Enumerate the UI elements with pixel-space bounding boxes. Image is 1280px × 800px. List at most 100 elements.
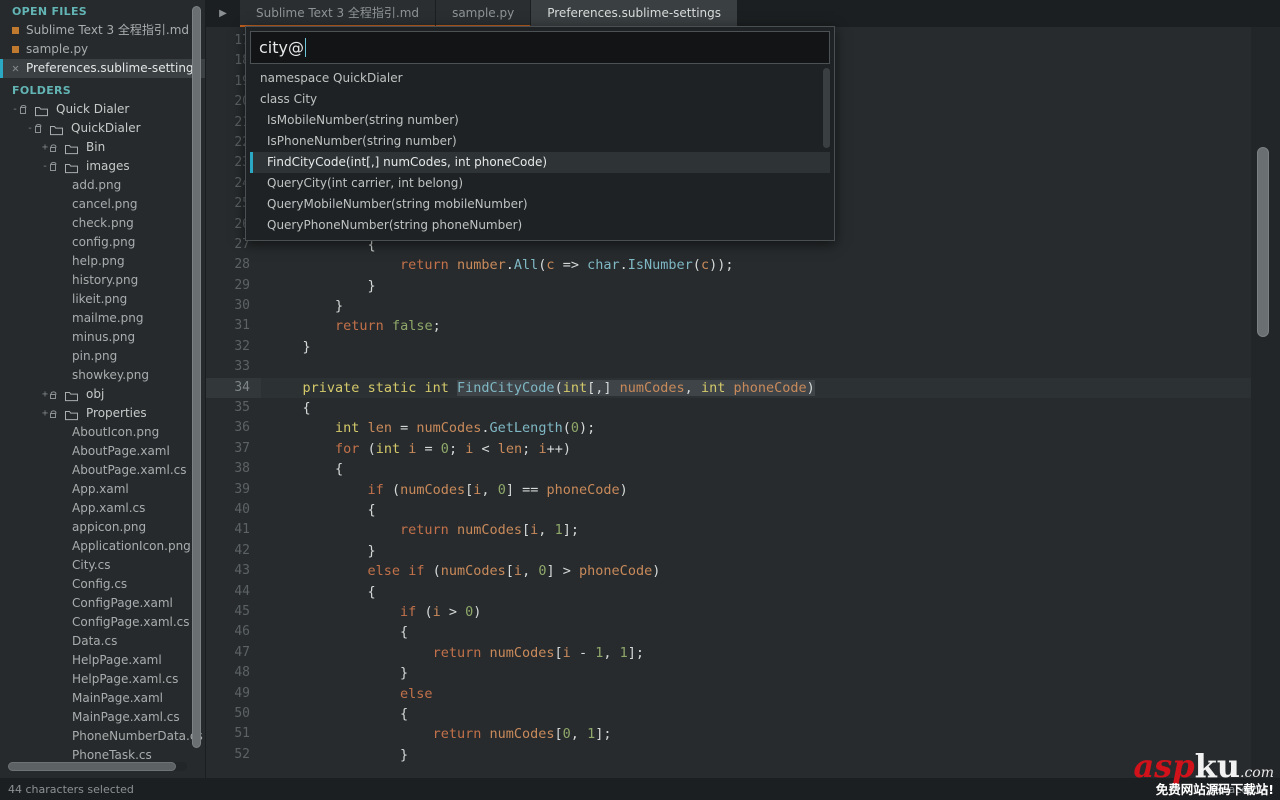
close-icon[interactable] — [12, 65, 19, 72]
open-file-item-active[interactable]: Preferences.sublime-settings — [0, 59, 205, 78]
symbol-result[interactable]: namespace QuickDialer — [250, 68, 830, 89]
tree-file-row[interactable]: appicon.png — [0, 518, 205, 537]
expand-toggle-icon[interactable]: + — [40, 408, 50, 419]
tab-scroll-arrow-icon[interactable]: ▶ — [206, 0, 240, 27]
tree-folder-row[interactable]: - Quick Dialer — [0, 100, 205, 119]
tree-file-row[interactable]: HelpPage.xaml — [0, 651, 205, 670]
line-number: 49 — [234, 685, 250, 701]
tree-file-row[interactable]: AboutPage.xaml — [0, 442, 205, 461]
tree-file-row[interactable]: history.png — [0, 271, 205, 290]
tree-file-row[interactable]: HelpPage.xaml.cs — [0, 670, 205, 689]
tree-file-row[interactable]: pin.png — [0, 347, 205, 366]
tree-file-row[interactable]: AboutIcon.png — [0, 423, 205, 442]
symbol-result[interactable]: QueryMobileNumber(string mobileNumber) — [250, 194, 830, 215]
code-line[interactable]: { — [261, 582, 1280, 602]
tree-file-row[interactable]: MainPage.xaml — [0, 689, 205, 708]
code-line[interactable]: return number.All(c => char.IsNumber(c))… — [261, 255, 1280, 275]
code-line[interactable]: int len = numCodes.GetLength(0); — [261, 418, 1280, 438]
tree-item-label: ApplicationIcon.png — [72, 539, 191, 553]
expand-toggle-icon[interactable]: - — [40, 161, 50, 172]
overlay-scrollbar[interactable] — [823, 68, 830, 148]
sidebar-vertical-scrollbar[interactable] — [192, 6, 201, 748]
scrollbar-thumb[interactable] — [1257, 147, 1269, 337]
code-line[interactable]: if (i > 0) — [261, 602, 1280, 622]
open-file-item[interactable]: sample.py — [0, 40, 205, 59]
tree-file-row[interactable]: PhoneTask.cs — [0, 746, 205, 760]
expand-toggle-icon[interactable]: - — [10, 104, 20, 115]
sidebar-horizontal-scrollbar[interactable] — [0, 760, 205, 778]
tree-file-row[interactable]: MainPage.xaml.cs — [0, 708, 205, 727]
scrollbar-thumb[interactable] — [192, 6, 201, 748]
code-line[interactable]: else if (numCodes[i, 0] > phoneCode) — [261, 561, 1280, 581]
code-line[interactable]: return numCodes[0, 1]; — [261, 724, 1280, 744]
tree-folder-row[interactable]: + Bin — [0, 138, 205, 157]
code-line[interactable]: } — [261, 276, 1280, 296]
code-line[interactable]: } — [261, 541, 1280, 561]
tree-file-row[interactable]: cancel.png — [0, 195, 205, 214]
expand-toggle-icon[interactable]: - — [25, 123, 35, 134]
tree-file-row[interactable]: ApplicationIcon.png — [0, 537, 205, 556]
code-line[interactable]: { — [261, 459, 1280, 479]
tab-preferences-settings[interactable]: Preferences.sublime-settings — [531, 0, 739, 27]
expand-toggle-icon[interactable]: + — [40, 142, 50, 153]
tree-item-label: MainPage.xaml — [72, 691, 163, 705]
tree-file-row[interactable]: Config.cs — [0, 575, 205, 594]
code-line[interactable]: for (int i = 0; i < len; i++) — [261, 439, 1280, 459]
tree-file-row[interactable]: App.xaml — [0, 480, 205, 499]
code-line[interactable]: return false; — [261, 316, 1280, 336]
tree-folder-row[interactable]: - QuickDialer — [0, 119, 205, 138]
expand-toggle-icon[interactable]: + — [40, 389, 50, 400]
code-line[interactable]: else — [261, 684, 1280, 704]
tab-sample-py[interactable]: sample.py — [436, 0, 532, 27]
tree-folder-row[interactable]: + Properties — [0, 404, 205, 423]
indentation-status[interactable]: Spaces: 4 — [1215, 783, 1268, 796]
symbol-result-selected[interactable]: FindCityCode(int[,] numCodes, int phoneC… — [250, 152, 830, 173]
open-file-item[interactable]: Sublime Text 3 全程指引.md — [0, 21, 205, 40]
code-line[interactable]: return numCodes[i, 1]; — [261, 520, 1280, 540]
code-line[interactable]: { — [261, 704, 1280, 724]
tree-file-row[interactable]: help.png — [0, 252, 205, 271]
tree-file-row[interactable]: add.png — [0, 176, 205, 195]
code-line[interactable]: private static int FindCityCode(int[,] n… — [261, 377, 1280, 399]
code-line[interactable]: return numCodes[i - 1, 1]; — [261, 643, 1280, 663]
editor-vertical-scrollbar[interactable] — [1251, 27, 1280, 778]
symbol-result[interactable]: IsPhoneNumber(string number) — [250, 131, 830, 152]
folder-icon — [50, 123, 63, 136]
symbol-results-list[interactable]: namespace QuickDialer class City IsMobileN… — [250, 68, 830, 236]
goto-symbol-input[interactable]: city@ — [250, 31, 830, 64]
symbol-result[interactable]: IsMobileNumber(string number) — [250, 110, 830, 131]
code-line[interactable]: } — [261, 337, 1280, 357]
tree-file-row[interactable]: likeit.png — [0, 290, 205, 309]
tree-file-row[interactable]: config.png — [0, 233, 205, 252]
folder-open-icon — [50, 161, 63, 172]
tree-file-row[interactable]: PhoneNumberData.cs — [0, 727, 205, 746]
sidebar: OPEN FILES Sublime Text 3 全程指引.md sample… — [0, 0, 206, 778]
tree-file-row[interactable]: showkey.png — [0, 366, 205, 385]
tree-file-row[interactable]: City.cs — [0, 556, 205, 575]
code-line[interactable]: } — [261, 296, 1280, 316]
code-line[interactable]: { — [261, 398, 1280, 418]
code-line[interactable]: } — [261, 663, 1280, 683]
tree-file-row[interactable]: Data.cs — [0, 632, 205, 651]
tab-markdown-guide[interactable]: Sublime Text 3 全程指引.md — [240, 0, 437, 27]
tree-file-row[interactable]: ConfigPage.xaml — [0, 594, 205, 613]
tree-item-label: config.png — [72, 235, 136, 249]
tree-file-row[interactable]: check.png — [0, 214, 205, 233]
symbol-result[interactable]: QueryCity(int carrier, int belong) — [250, 173, 830, 194]
tree-folder-row[interactable]: - images — [0, 157, 205, 176]
tree-file-row[interactable]: App.xaml.cs — [0, 499, 205, 518]
goto-symbol-overlay[interactable]: city@ namespace QuickDialer class City IsM… — [245, 26, 835, 241]
code-line[interactable]: { — [261, 500, 1280, 520]
tree-file-row[interactable]: AboutPage.xaml.cs — [0, 461, 205, 480]
tree-file-row[interactable]: ConfigPage.xaml.cs — [0, 613, 205, 632]
scrollbar-thumb[interactable] — [8, 762, 176, 771]
code-line[interactable]: } — [261, 745, 1280, 765]
symbol-result[interactable]: QueryPhoneNumber(string phoneNumber) — [250, 215, 830, 236]
code-line[interactable]: if (numCodes[i, 0] == phoneCode) — [261, 480, 1280, 500]
symbol-result[interactable]: class City — [250, 89, 830, 110]
code-line[interactable] — [261, 357, 1280, 377]
tree-file-row[interactable]: minus.png — [0, 328, 205, 347]
code-line[interactable]: { — [261, 622, 1280, 642]
tree-folder-row[interactable]: + obj — [0, 385, 205, 404]
tree-file-row[interactable]: mailme.png — [0, 309, 205, 328]
